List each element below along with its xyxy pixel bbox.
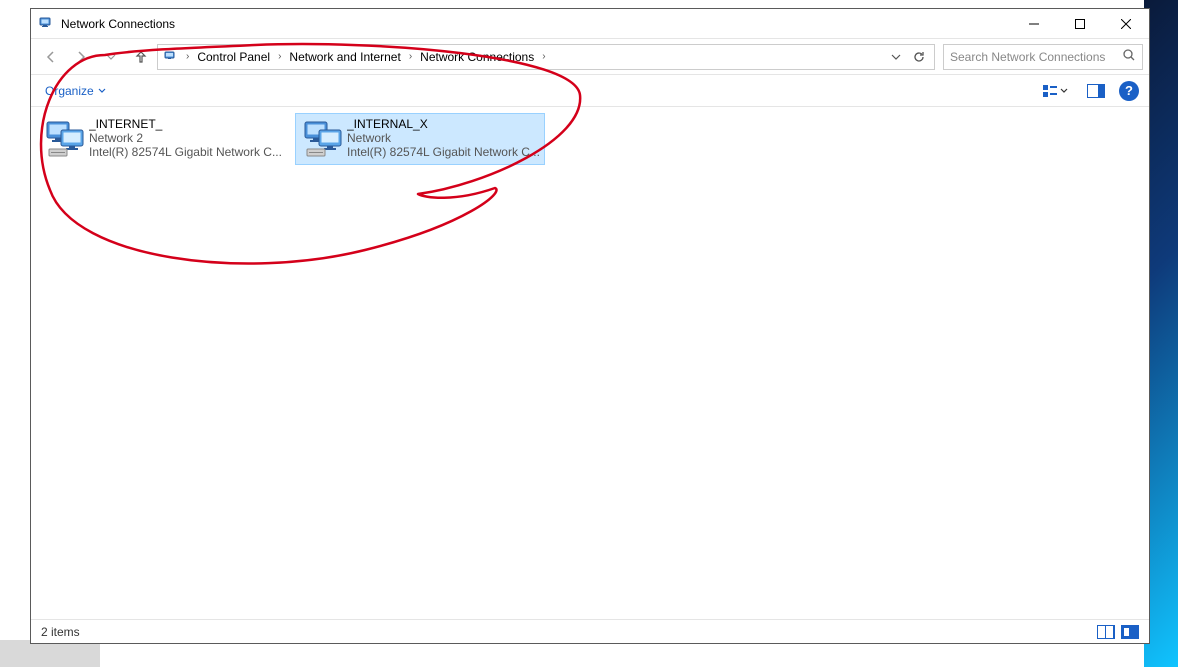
close-button[interactable] <box>1103 9 1149 39</box>
forward-button[interactable] <box>67 43 95 71</box>
explorer-window: Network Connections <box>30 8 1150 644</box>
large-icons-view-button[interactable] <box>1121 625 1139 639</box>
breadcrumb-segment[interactable]: Control Panel <box>193 45 274 69</box>
network-adapter-icon <box>299 117 347 161</box>
root-chevron-icon[interactable]: › <box>182 51 193 62</box>
breadcrumb-segment[interactable]: Network Connections <box>416 45 538 69</box>
back-button[interactable] <box>37 43 65 71</box>
chevron-icon[interactable]: › <box>538 51 549 62</box>
address-bar[interactable]: › Control Panel › Network and Internet ›… <box>157 44 935 70</box>
network-location-icon <box>160 49 182 65</box>
minimize-button[interactable] <box>1011 9 1057 39</box>
organize-label: Organize <box>45 84 94 98</box>
connection-status: Network 2 <box>89 131 283 145</box>
change-view-button[interactable] <box>1037 80 1073 102</box>
titlebar: Network Connections <box>31 9 1149 39</box>
network-connections-icon <box>39 16 55 32</box>
network-connection-item[interactable]: _INTERNET_ Network 2 Intel(R) 82574L Gig… <box>37 113 287 165</box>
connection-name: _INTERNET_ <box>89 117 283 131</box>
recent-locations-button[interactable] <box>97 43 125 71</box>
details-view-button[interactable] <box>1097 625 1115 639</box>
search-input[interactable] <box>950 50 1122 64</box>
chevron-down-icon <box>98 87 106 95</box>
connection-name: _INTERNAL_X <box>347 117 541 131</box>
chevron-down-icon <box>1060 87 1068 95</box>
connection-device: Intel(R) 82574L Gigabit Network C... <box>89 145 283 159</box>
maximize-button[interactable] <box>1057 9 1103 39</box>
help-button[interactable]: ? <box>1119 81 1139 101</box>
refresh-button[interactable] <box>906 44 932 70</box>
connection-device: Intel(R) 82574L Gigabit Network C... <box>347 145 541 159</box>
command-bar: Organize ? <box>31 75 1149 107</box>
connection-text: _INTERNET_ Network 2 Intel(R) 82574L Gig… <box>89 117 283 159</box>
taskbar-fragment <box>0 640 100 667</box>
chevron-icon[interactable]: › <box>274 51 285 62</box>
organize-menu[interactable]: Organize <box>41 82 110 100</box>
connection-status: Network <box>347 131 541 145</box>
status-bar: 2 items <box>31 619 1149 643</box>
items-view[interactable]: _INTERNET_ Network 2 Intel(R) 82574L Gig… <box>31 107 1149 619</box>
breadcrumb-segment[interactable]: Network and Internet <box>285 45 404 69</box>
connection-text: _INTERNAL_X Network Intel(R) 82574L Giga… <box>347 117 541 159</box>
chevron-icon[interactable]: › <box>405 51 416 62</box>
search-box[interactable] <box>943 44 1143 70</box>
navigate-up-button[interactable] <box>127 43 155 71</box>
preview-pane-button[interactable] <box>1083 80 1109 102</box>
network-adapter-icon <box>41 117 89 161</box>
navigation-bar: › Control Panel › Network and Internet ›… <box>31 39 1149 75</box>
status-text: 2 items <box>41 625 80 639</box>
breadcrumb: Control Panel › Network and Internet › N… <box>193 45 884 69</box>
network-connection-item[interactable]: _INTERNAL_X Network Intel(R) 82574L Giga… <box>295 113 545 165</box>
address-history-dropdown[interactable] <box>884 52 906 62</box>
window-title: Network Connections <box>61 17 175 31</box>
search-icon <box>1122 48 1136 65</box>
